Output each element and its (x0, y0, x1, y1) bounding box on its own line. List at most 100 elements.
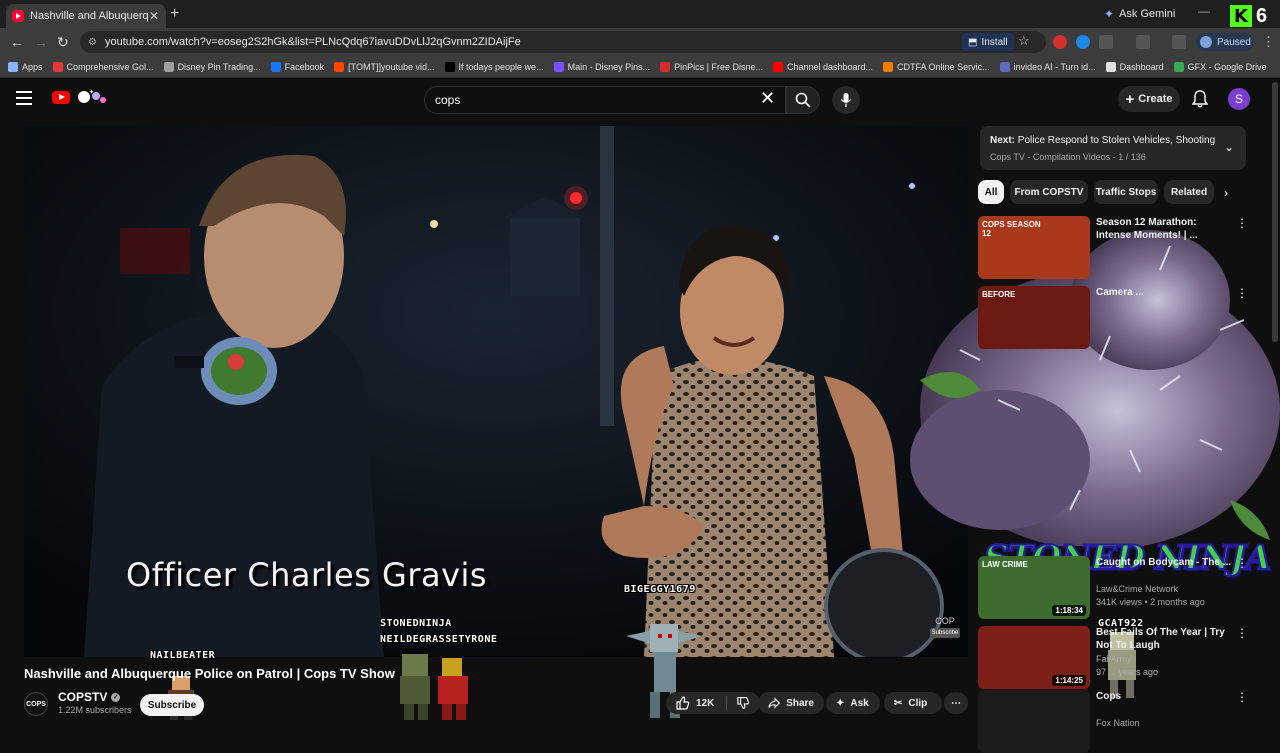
bookmark-item[interactable]: CDTFA Online Servic... (883, 61, 990, 72)
subscriber-count: 1.22M subscribers (58, 705, 132, 715)
bookmark-item[interactable]: Dashboard (1105, 61, 1164, 72)
playlist-next-card[interactable]: Next: Police Respond to Stolen Vehicles,… (980, 126, 1246, 170)
bookmark-item[interactable]: Apps (8, 61, 43, 72)
media-controls-icon[interactable] (1172, 35, 1186, 49)
bookmark-item[interactable]: GFX - Google Drive (1173, 61, 1267, 72)
channel-watermark[interactable]: COP Subscribe (930, 616, 960, 640)
clear-search-icon[interactable]: ✕ (760, 88, 775, 109)
search-input[interactable]: cops (424, 86, 786, 114)
verified-check-icon: ✓ (111, 692, 121, 702)
account-avatar[interactable]: S (1228, 88, 1250, 110)
more-options-icon[interactable]: ⋮ (1236, 556, 1248, 570)
recommendation-title[interactable]: Cops (1096, 690, 1232, 716)
thumbs-up-icon (676, 696, 690, 710)
bookmark-favicon-icon (553, 61, 564, 72)
bookmark-item[interactable]: Disney Pin Trading... (163, 61, 261, 72)
ask-gemini-button[interactable]: ✦ Ask Gemini (1104, 5, 1175, 23)
thumbs-down-icon[interactable] (737, 696, 750, 710)
site-info-icon[interactable]: ⚙ (88, 37, 97, 48)
overlay-label-stonedninja: STONEDNINJA (380, 618, 452, 629)
bookmark-item[interactable]: Main - Disney Pins... (553, 61, 651, 72)
tab-search-icon[interactable] (1136, 35, 1150, 49)
chip-all[interactable]: All (978, 180, 1004, 204)
recommendation-title[interactable]: Caught on Bodycam - The ... (1096, 556, 1232, 582)
chip-related[interactable]: Related (1164, 180, 1214, 204)
ask-sparkle-icon: ✦ (836, 697, 845, 709)
like-button[interactable]: 12K (676, 696, 714, 710)
bookmark-label: invideo AI - Turn id... (1013, 61, 1096, 72)
back-arrow-icon[interactable]: ← (10, 34, 24, 50)
video-player[interactable]: Officer Charles Gravis COP Subscribe (24, 126, 968, 657)
browser-toolbar: ← → ↻ ⚙ youtube.com/watch?v=eoseg2S2hGk&… (0, 28, 1280, 56)
bookmark-label: Main - Disney Pins... (567, 61, 651, 72)
chip-from-copstv[interactable]: From COPSTV (1010, 180, 1088, 204)
extension-red-icon[interactable] (1053, 35, 1067, 49)
bookmark-label: Apps (22, 61, 43, 72)
bookmark-item[interactable]: Channel dashboard... (772, 61, 873, 72)
bookmark-item[interactable]: invideo AI - Turn id... (999, 61, 1096, 72)
recommendation-title[interactable]: Best Fails Of The Year | Try Not To Laug… (1096, 626, 1232, 652)
chevron-down-icon[interactable]: ⌄ (1224, 140, 1234, 154)
overlay-label-nailbeater: NAILBEATER (150, 650, 216, 661)
recommendation-thumbnail[interactable]: COPS SEASON 12 (978, 216, 1090, 279)
kick-logo-icon: K (1230, 5, 1252, 27)
more-options-icon[interactable]: ⋮ (1236, 690, 1248, 704)
more-actions-button[interactable]: ⋯ (944, 692, 968, 714)
extension-blue-icon[interactable] (1076, 35, 1090, 49)
recommendation-channel[interactable]: FailArmy (1096, 654, 1132, 664)
youtube-doodle-icon[interactable]: ✦ (74, 88, 108, 106)
bookmark-item[interactable]: If todays people we... (444, 61, 544, 72)
bookmark-item[interactable]: PinPics | Free Disne... (660, 61, 763, 72)
hamburger-menu-icon[interactable] (16, 91, 32, 105)
channel-avatar[interactable]: COPS (24, 692, 48, 716)
watermark-subscribe: Subscribe (930, 628, 960, 638)
bookmark-label: Comprehensive Gol... (66, 61, 154, 72)
chip-traffic-stops[interactable]: Traffic Stops (1094, 180, 1158, 204)
recommendation-thumbnail[interactable]: BEFORE (978, 286, 1090, 349)
new-tab-icon[interactable]: + (170, 5, 179, 23)
tab-close-icon[interactable]: ✕ (148, 9, 160, 23)
channel-name-link[interactable]: COPSTV ✓ (58, 690, 121, 704)
page-scrollbar[interactable] (1272, 82, 1278, 342)
recommendation-title[interactable]: Season 12 Marathon: Intense Moments! | .… (1096, 216, 1232, 242)
subscribe-button[interactable]: Subscribe (140, 694, 204, 716)
search-button[interactable] (786, 86, 820, 114)
share-label: Share (786, 697, 814, 709)
bookmark-item[interactable]: [TOMT]]youtube vid... (334, 61, 435, 72)
bookmark-star-icon[interactable]: ☆ (1018, 33, 1030, 49)
bookmark-favicon-icon (270, 61, 281, 72)
extensions-puzzle-icon[interactable] (1099, 35, 1113, 49)
more-options-icon[interactable]: ⋮ (1236, 626, 1248, 640)
recommendation-thumbnail[interactable]: LAW CRIME 1:18:34 (978, 556, 1090, 619)
recommendation-channel[interactable]: Law&Crime Network (1096, 584, 1178, 594)
chevron-right-icon[interactable]: › (1224, 186, 1228, 200)
more-options-icon[interactable]: ⋮ (1236, 286, 1248, 300)
bookmark-item[interactable]: Facebook (270, 61, 324, 72)
forward-arrow-icon[interactable]: → (34, 34, 48, 50)
ask-button[interactable]: ✦ Ask (826, 692, 880, 714)
bookmark-item[interactable]: Comprehensive Gol... (52, 61, 154, 72)
voice-search-button[interactable] (832, 86, 860, 114)
recommendation-title[interactable]: Camera ... (1096, 286, 1232, 312)
notifications-bell-icon[interactable] (1192, 90, 1208, 108)
video-title: Nashville and Albuquerque Police on Patr… (24, 666, 395, 681)
svg-text:✦: ✦ (89, 89, 94, 96)
youtube-logo-icon[interactable] (52, 91, 70, 104)
tab-title: Nashville and Albuquerque (30, 10, 148, 22)
minimize-icon[interactable]: — (1198, 4, 1210, 18)
clip-button[interactable]: ✂ Clip (884, 692, 942, 714)
profile-avatar-icon (1200, 36, 1212, 48)
bookmark-label: Dashboard (1119, 61, 1164, 72)
share-button[interactable]: Share (758, 692, 824, 714)
install-app-button[interactable]: ⬒ Install (962, 33, 1014, 51)
browser-tab[interactable]: Nashville and Albuquerque ✕ (6, 4, 166, 28)
recommendation-thumbnail[interactable]: 1:14:25 (978, 626, 1090, 689)
browser-menu-icon[interactable]: ⋮ (1262, 34, 1275, 50)
recommendation-meta: 97 ... years ago (1096, 667, 1159, 677)
reload-icon[interactable]: ↻ (57, 34, 69, 51)
recommendation-thumbnail[interactable] (978, 690, 1090, 753)
more-options-icon[interactable]: ⋮ (1236, 216, 1248, 230)
address-bar[interactable]: ⚙ youtube.com/watch?v=eoseg2S2hGk&list=P… (80, 31, 1046, 53)
create-button[interactable]: + Create (1118, 86, 1180, 112)
profile-paused-button[interactable]: Paused (1196, 33, 1254, 51)
